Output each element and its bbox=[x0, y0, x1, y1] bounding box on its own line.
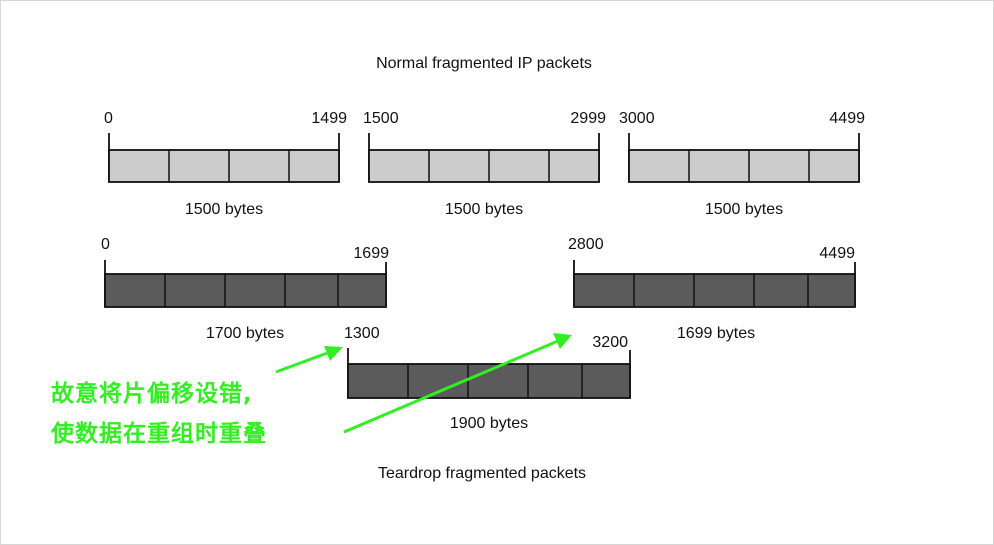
packet-size-label: 1700 bytes bbox=[206, 325, 284, 342]
packet-size-label: 1500 bytes bbox=[445, 201, 523, 218]
offset-end-label: 1499 bbox=[311, 110, 347, 127]
packet-bar bbox=[368, 149, 600, 183]
annotation-line-2: 使数据在重组时重叠 bbox=[50, 420, 267, 447]
offset-start-label: 0 bbox=[101, 236, 110, 253]
annotation-line-1: 故意将片偏移设错, bbox=[51, 380, 253, 407]
packet-size-label: 1900 bytes bbox=[450, 415, 528, 432]
packet-size-label: 1500 bytes bbox=[705, 201, 783, 218]
packet-bar bbox=[573, 273, 856, 308]
teardrop-title: Teardrop fragmented packets bbox=[378, 465, 586, 482]
teardrop-diagram: Normal fragmented IP packets Teardrop fr… bbox=[0, 0, 994, 545]
offset-end-label: 1699 bbox=[353, 245, 389, 262]
offset-end-label: 3200 bbox=[592, 334, 628, 351]
page-frame bbox=[0, 0, 994, 545]
packet-bar bbox=[628, 149, 860, 183]
offset-start-label: 0 bbox=[104, 110, 113, 127]
offset-start-label: 3000 bbox=[619, 110, 655, 127]
normal-title: Normal fragmented IP packets bbox=[376, 55, 592, 72]
packet-bar bbox=[108, 149, 340, 183]
offset-end-label: 2999 bbox=[570, 110, 606, 127]
offset-start-label: 1300 bbox=[344, 325, 380, 342]
offset-start-label: 2800 bbox=[568, 236, 604, 253]
packet-bar bbox=[104, 273, 387, 308]
offset-end-label: 4499 bbox=[819, 245, 855, 262]
offset-end-label: 4499 bbox=[829, 110, 865, 127]
offset-start-label: 1500 bbox=[363, 110, 399, 127]
packet-size-label: 1699 bytes bbox=[677, 325, 755, 342]
packet-size-label: 1500 bytes bbox=[185, 201, 263, 218]
